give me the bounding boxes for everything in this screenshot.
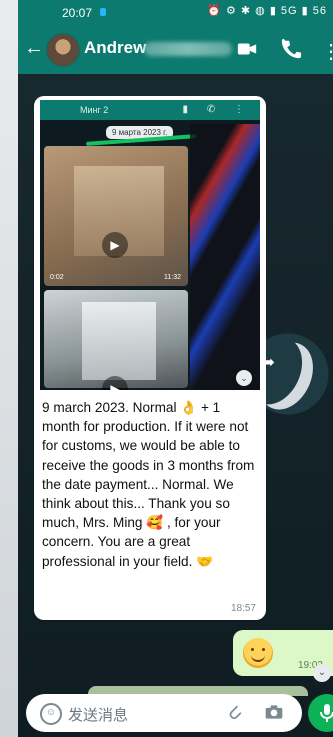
camera-icon[interactable] — [264, 703, 284, 721]
phone-screen: 20:07 ⏰ ⚙ ✱ ◍ ▮ 5G ▮ 56 ← Andrew ⋮ Минг … — [18, 0, 333, 737]
contact-name[interactable]: Andrew — [84, 38, 146, 58]
video-thumbnail-2[interactable] — [44, 290, 188, 388]
message-text: 9 march 2023. Normal 👌 + 1 month for pro… — [42, 400, 255, 569]
video-call-icon[interactable] — [236, 39, 258, 59]
wallpaper-scribble — [190, 124, 260, 390]
forwarded-screenshot[interactable]: Минг 2 ▮ ✆ ⋮ 9 марта 2023 г. ▶ 0:02 11:3… — [40, 100, 260, 390]
chat-header: ← Andrew ⋮ — [18, 24, 333, 74]
video-timestamp: 11:32 — [164, 274, 181, 281]
hidden-text-blur — [144, 42, 232, 56]
forward-arrow-icon[interactable]: ➦ — [260, 352, 275, 373]
more-menu-icon[interactable]: ⋮ — [321, 39, 333, 64]
message-timestamp: 18:57 — [230, 603, 256, 614]
incoming-message-bubble[interactable]: Минг 2 ▮ ✆ ⋮ 9 марта 2023 г. ▶ 0:02 11:3… — [34, 96, 266, 620]
screenshot-chat-header: Минг 2 ▮ ✆ ⋮ — [40, 100, 260, 120]
screenshot-contact-name: Минг 2 — [80, 105, 109, 115]
chevron-down-icon[interactable]: ⌄ — [236, 370, 252, 386]
message-input-placeholder[interactable]: 发送消息 — [68, 704, 128, 725]
attachment-icon[interactable] — [226, 702, 244, 722]
play-icon[interactable]: ▶ — [102, 232, 128, 258]
status-bar: 20:07 ⏰ ⚙ ✱ ◍ ▮ 5G ▮ 56 — [18, 0, 333, 24]
video-duration: 0:02 — [50, 274, 64, 281]
microphone-icon — [320, 704, 333, 722]
status-icons: ⏰ ⚙ ✱ ◍ ▮ 5G ▮ 56 — [207, 5, 327, 17]
screenshot-header-icons: ▮ ✆ ⋮ — [182, 104, 252, 115]
scroll-down-icon[interactable]: ⌄ — [313, 664, 331, 682]
call-icon[interactable] — [280, 38, 302, 60]
smiley-emoji-icon — [243, 638, 273, 668]
status-time: 20:07 — [62, 6, 93, 20]
message-input-bar[interactable]: ☺ 发送消息 — [26, 694, 302, 732]
emoji-icon[interactable]: ☺ — [40, 703, 62, 725]
video-thumbnail-1[interactable] — [44, 146, 188, 286]
back-arrow-icon[interactable]: ← — [24, 37, 44, 60]
avatar[interactable] — [46, 33, 80, 67]
notification-icon — [100, 8, 106, 16]
